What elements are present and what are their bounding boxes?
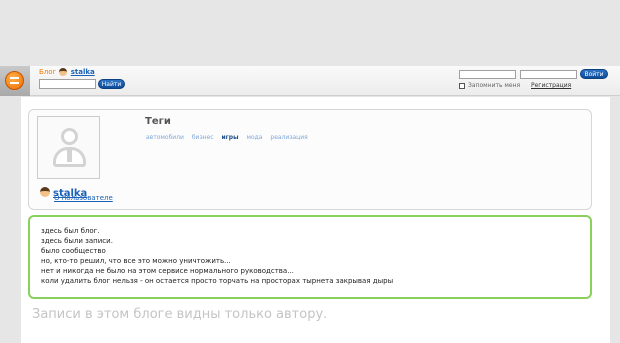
search-input[interactable] xyxy=(39,79,96,89)
logo-lines-icon xyxy=(10,77,19,84)
tag-item[interactable]: мода xyxy=(246,134,262,141)
blog-user-link[interactable]: stalka xyxy=(71,68,95,76)
tags-title: Теги xyxy=(145,116,171,127)
message-line: коли удалить блог нельзя - он остается п… xyxy=(41,277,394,285)
logo[interactable] xyxy=(0,66,30,96)
message-line: нет и никогда не было на этом сервисе но… xyxy=(41,267,294,275)
avatar[interactable] xyxy=(37,116,100,179)
top-blank-area xyxy=(0,0,620,66)
tag-item[interactable]: реализация xyxy=(270,134,307,141)
blog-label: Блог xyxy=(39,68,57,76)
login-field[interactable] xyxy=(459,70,516,79)
search-button[interactable]: Найти xyxy=(98,79,125,89)
message-line: но, кто-то решил, что все это можно унич… xyxy=(41,257,231,265)
register-link[interactable]: Регистрация xyxy=(531,82,571,89)
message-box: здесь был блог. здесь были записи. было … xyxy=(28,215,592,299)
blog-breadcrumb: Блог stalka xyxy=(39,68,95,76)
user-icon xyxy=(59,68,68,76)
remember-me[interactable]: Запомнить меня xyxy=(459,82,520,89)
message-line: здесь были записи. xyxy=(41,237,113,245)
visibility-notice: Записи в этом блоге видны только автору. xyxy=(32,307,328,322)
tags-list: автомобили бизнес игры мода реализация xyxy=(146,134,314,141)
tag-item[interactable]: автомобили xyxy=(146,134,184,141)
login-button[interactable]: Войти xyxy=(580,69,608,79)
remember-checkbox[interactable] xyxy=(459,82,465,89)
remember-label: Запомнить меня xyxy=(468,82,521,89)
tag-item[interactable]: игры xyxy=(221,134,238,141)
message-line: было сообщество xyxy=(41,247,106,255)
header-bar: Блог stalka Найти Войти Запомнить меня Р… xyxy=(0,66,620,96)
avatar-head-icon xyxy=(61,128,78,145)
profile-user-icon xyxy=(40,186,50,197)
tag-item[interactable]: бизнес xyxy=(192,134,214,141)
about-user-link[interactable]: О пользователе xyxy=(54,194,113,202)
password-field[interactable] xyxy=(520,70,577,79)
message-line: здесь был блог. xyxy=(41,227,100,235)
avatar-tie-icon xyxy=(67,150,72,162)
